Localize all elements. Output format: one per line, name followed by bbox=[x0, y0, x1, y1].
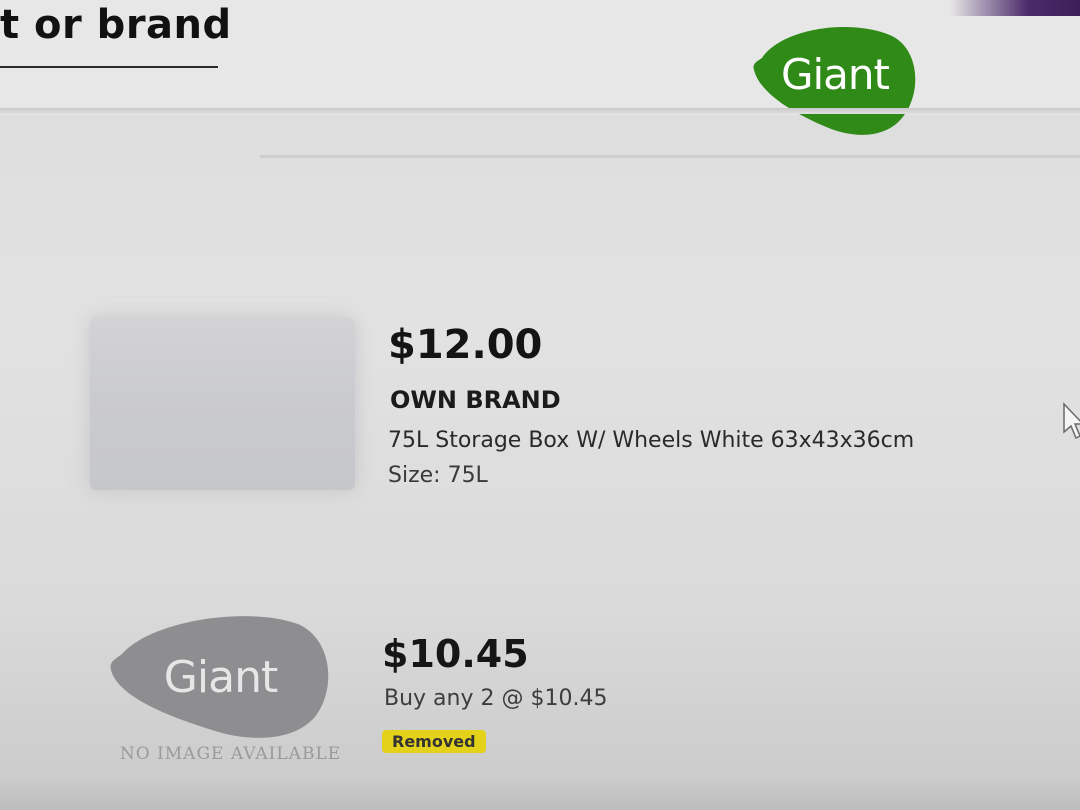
product-price: $12.00 bbox=[388, 322, 543, 368]
search-header: t or brand bbox=[0, 0, 1080, 115]
product-name[interactable]: 75L Storage Box W/ Wheels White 63x43x36… bbox=[388, 428, 914, 453]
product-price: $10.45 bbox=[382, 632, 529, 676]
content-divider bbox=[260, 155, 1080, 158]
giant-logo-text: Giant bbox=[780, 50, 890, 99]
status-badge: Removed bbox=[382, 730, 486, 753]
search-underline bbox=[0, 66, 218, 68]
bottom-shade bbox=[0, 780, 1080, 810]
header-divider bbox=[0, 108, 1080, 114]
promo-text: Buy any 2 @ $10.45 bbox=[384, 686, 608, 711]
no-image-caption: NO IMAGE AVAILABLE bbox=[119, 744, 342, 764]
arrow-cursor-icon bbox=[1063, 402, 1080, 440]
no-image-logo-text: Giant bbox=[163, 652, 278, 703]
screen: t or brand Giant $12.00 OWN BRAND 75L St… bbox=[0, 0, 1080, 810]
product-brand: OWN BRAND bbox=[390, 386, 561, 414]
product-image[interactable] bbox=[90, 318, 355, 490]
product-size: Size: 75L bbox=[388, 463, 488, 488]
search-input[interactable]: t or brand bbox=[0, 2, 232, 48]
top-bar-edge bbox=[950, 0, 1080, 16]
